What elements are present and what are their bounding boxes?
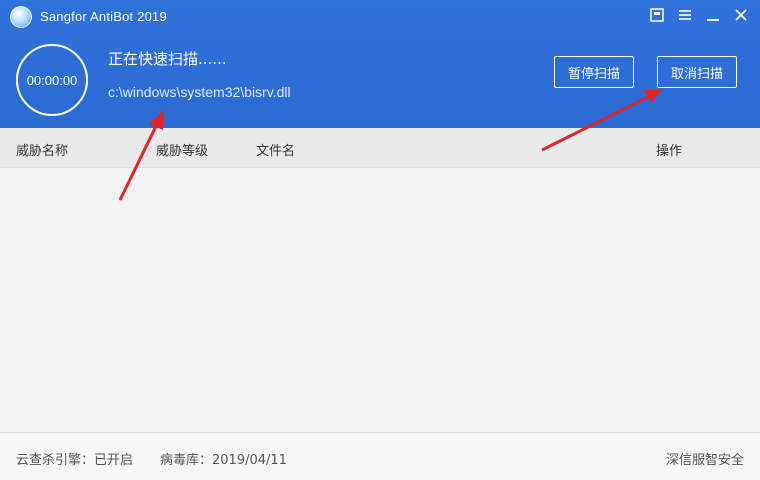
window-controls bbox=[648, 6, 750, 24]
threat-list bbox=[0, 168, 760, 432]
scan-header: Sangfor AntiBot 2019 00:00:00 正在快速扫描....… bbox=[0, 0, 760, 128]
scan-status-text: 正在快速扫描...... bbox=[108, 50, 227, 68]
brand-label: 深信服智安全 bbox=[665, 453, 744, 468]
feedback-icon[interactable] bbox=[648, 6, 666, 24]
close-icon[interactable] bbox=[732, 6, 750, 24]
settings-icon[interactable] bbox=[676, 6, 694, 24]
cloud-engine-status: 云查杀引擎：已开启 bbox=[16, 453, 134, 468]
threat-table-header: 威胁名称 威胁等级 文件名 操作 bbox=[0, 128, 760, 168]
pause-scan-button[interactable]: 暂停扫描 bbox=[554, 56, 634, 88]
virus-db-version: 病毒库：2019/04/11 bbox=[160, 453, 287, 468]
window-title: Sangfor AntiBot 2019 bbox=[40, 9, 167, 24]
column-file-name: 文件名 bbox=[256, 144, 296, 159]
current-scan-path: c:\windows\system32\bisrv.dll bbox=[108, 84, 291, 100]
column-threat-name: 威胁名称 bbox=[16, 144, 69, 159]
status-footer: 云查杀引擎：已开启 病毒库：2019/04/11 深信服智安全 bbox=[0, 432, 760, 480]
column-action: 操作 bbox=[656, 144, 683, 159]
scan-timer: 00:00:00 bbox=[26, 72, 78, 88]
app-logo-icon bbox=[10, 6, 32, 28]
cancel-scan-button[interactable]: 取消扫描 bbox=[657, 56, 737, 88]
minimize-icon[interactable] bbox=[704, 6, 722, 24]
column-threat-level: 威胁等级 bbox=[156, 144, 209, 159]
scan-timer-ring: 00:00:00 bbox=[16, 44, 88, 116]
